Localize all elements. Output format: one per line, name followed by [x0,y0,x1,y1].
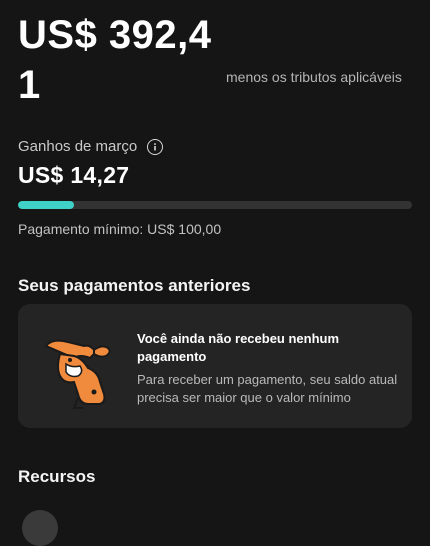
previous-payments-title: Seus pagamentos anteriores [18,276,251,295]
earnings-label: Ganhos de março [18,138,138,155]
resource-icon[interactable] [22,510,58,546]
resources-title: Recursos [18,467,96,486]
empty-wallet-illustration [44,339,111,409]
info-icon[interactable] [147,138,164,155]
payment-progress-bar [18,201,412,209]
tax-note: menos os tributos aplicáveis [226,69,402,85]
balance-block: US$ 392,41 [18,10,218,110]
no-payments-description: Para receber um pagamento, seu saldo atu… [137,372,398,405]
balance-amount: US$ 392,41 [18,13,212,107]
earnings-label-row: Ganhos de março [18,138,164,155]
no-payments-title: Você ainda não recebeu nenhum pagamento [137,331,340,364]
minimum-payment-text: Pagamento mínimo: US$ 100,00 [18,221,222,237]
payment-progress-fill [18,201,75,209]
earnings-value: US$ 14,27 [18,162,130,188]
previous-payments-card: Você ainda não recebeu nenhum pagamento … [18,304,412,428]
